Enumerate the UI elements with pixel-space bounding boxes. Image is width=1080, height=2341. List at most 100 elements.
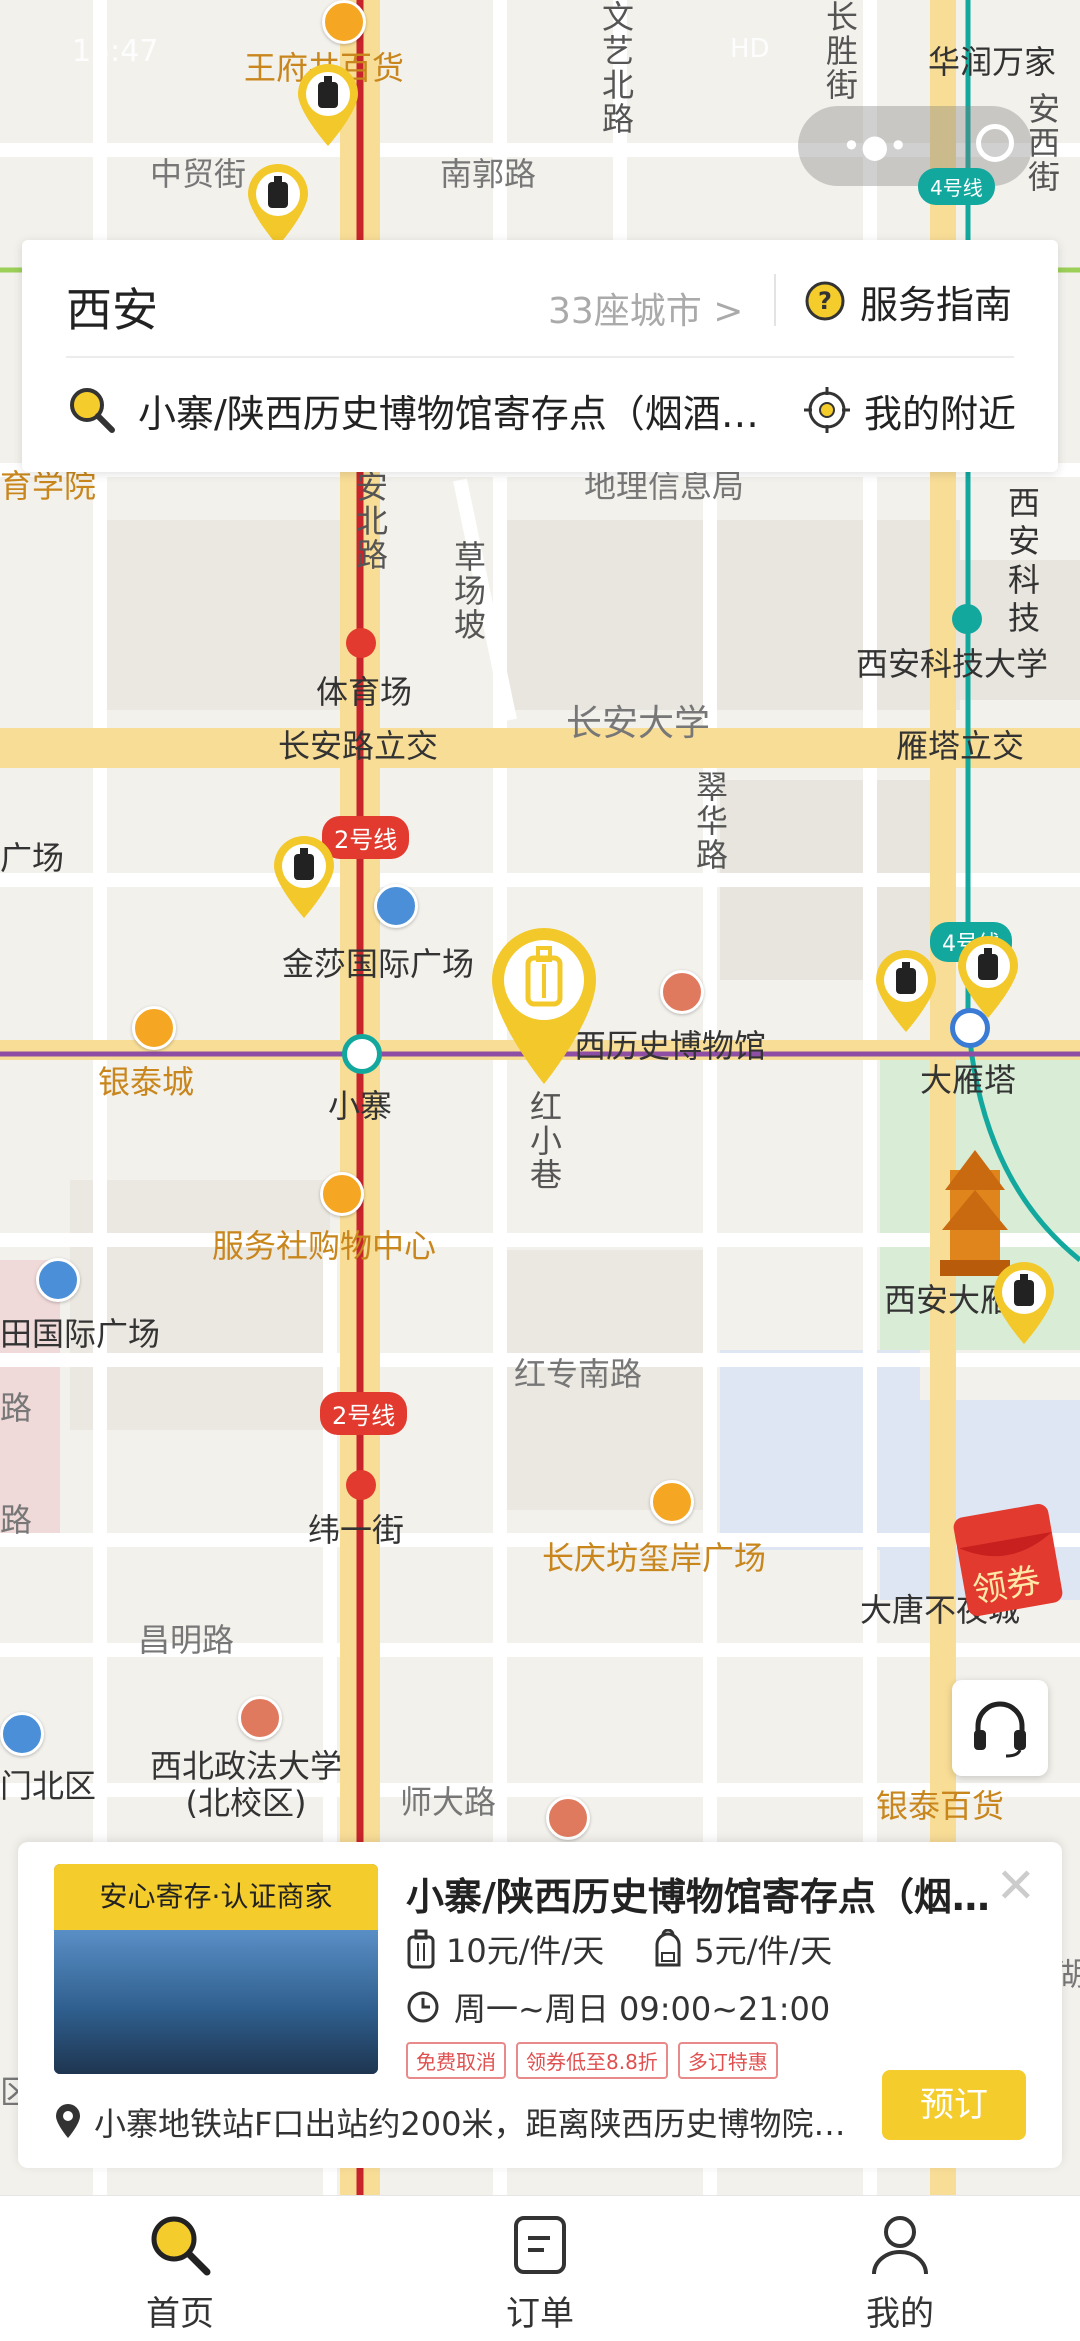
backpack-icon xyxy=(655,1929,681,1967)
map-label: 南郭路 xyxy=(440,155,537,193)
poi-icon[interactable] xyxy=(546,1796,590,1840)
nearby-label: 我的附近 xyxy=(864,391,1017,436)
order-icon xyxy=(514,2216,566,2274)
promo-badges: 免费取消 领券低至8.8折 多订特惠 xyxy=(406,2042,778,2079)
poi-icon[interactable] xyxy=(0,1712,44,1756)
map-label: 田国际广场 xyxy=(0,1315,161,1353)
search-text: 小寨/陕西历史博物馆寄存点（烟酒店） xyxy=(138,391,778,436)
map-label: 昌明路 xyxy=(138,1621,235,1659)
nearby-button[interactable]: 我的附近 xyxy=(804,380,1016,440)
hours-row: 周一~周日 09:00~21:00 xyxy=(406,1984,830,2030)
tab-label: 订单 xyxy=(506,2294,574,2334)
map-label: 西安科技大学 xyxy=(856,645,1049,683)
metro-station-icon[interactable] xyxy=(952,604,982,634)
metro-station-icon[interactable] xyxy=(346,628,376,658)
map-label: 红专南路 xyxy=(514,1355,643,1393)
map-label: 地理信息局 xyxy=(584,467,745,505)
map-label: 安北路 xyxy=(351,470,389,572)
search-input[interactable]: 小寨/陕西历史博物馆寄存点（烟酒店） xyxy=(66,380,786,440)
close-icon[interactable]: ✕ xyxy=(996,1862,1036,1910)
service-guide-label: 服务指南 xyxy=(860,282,1013,327)
map-label: 服务社购物中心 xyxy=(212,1227,437,1265)
search-icon xyxy=(151,2216,211,2276)
location-pin-icon xyxy=(56,2104,80,2138)
divider xyxy=(774,274,776,326)
map-label: 大雁塔 xyxy=(920,1061,1017,1099)
tab-label: 我的 xyxy=(866,2294,934,2334)
map-label: 纬一街 xyxy=(308,1511,405,1549)
poi-icon[interactable] xyxy=(322,0,366,44)
tab-profile[interactable]: 我的 xyxy=(820,2210,980,2335)
map-label: 西历史博物馆 xyxy=(574,1027,767,1065)
tab-home[interactable]: 首页 xyxy=(100,2210,260,2335)
map-label: 门北区 xyxy=(0,1767,97,1805)
bottom-tab-bar: 首页 订单 我的 xyxy=(0,2195,1080,2341)
luggage-pin-icon[interactable] xyxy=(246,164,310,248)
coupon-button[interactable]: 领券 xyxy=(952,1500,1070,1618)
poi-icon[interactable] xyxy=(660,970,704,1014)
map-label: 翠华路 xyxy=(691,770,729,872)
price-row: 10元/件/天 5元/件/天 xyxy=(406,1924,880,1974)
map-label: 长胜街 xyxy=(821,0,859,102)
service-guide-button[interactable]: ? 服务指南 xyxy=(804,276,1013,327)
suitcase-icon xyxy=(407,1929,435,1969)
poi-icon[interactable] xyxy=(36,1258,80,1302)
close-miniapp-icon[interactable] xyxy=(976,124,1014,162)
promo-badge: 多订特惠 xyxy=(677,2042,778,2079)
store-card[interactable]: 安心寄存·认证商家 小寨/陕西历史博物馆寄存点（烟酒店） ✕ 10元/件/天 5… xyxy=(18,1842,1062,2168)
selected-luggage-pin-icon[interactable] xyxy=(488,924,600,1088)
map-label: 长安路立交 xyxy=(278,727,439,765)
address-row: 小寨地铁站F口出站约200米，距离陕西历史博物院约500米 xyxy=(54,2098,864,2146)
search-panel: 西安 33座城市 > ? 服务指南 小寨/陕西历史博物馆寄存点（烟酒店） 我的附… xyxy=(22,240,1058,472)
metro-line-badge: 4号线 xyxy=(918,168,995,205)
more-icon[interactable]: •●• xyxy=(842,130,908,162)
clock-icon xyxy=(407,1991,439,2023)
poi-icon[interactable] xyxy=(374,884,418,928)
map-label: 红小巷 xyxy=(525,1090,563,1192)
luggage-pin-icon[interactable] xyxy=(956,936,1020,1020)
hours-text: 周一~周日 09:00~21:00 xyxy=(454,1990,831,2028)
map-label: 长安大学 xyxy=(566,703,711,744)
locate-icon xyxy=(804,387,850,433)
certified-tag: 安心寄存·认证商家 xyxy=(54,1864,378,1930)
poi-icon[interactable] xyxy=(132,1006,176,1050)
address-text: 小寨地铁站F口出站约200米，距离陕西历史博物院约500米 xyxy=(94,2105,854,2143)
transfer-station-icon[interactable] xyxy=(342,1034,382,1074)
poi-icon[interactable] xyxy=(650,1480,694,1524)
status-time: 15:47 xyxy=(72,34,159,69)
tab-orders[interactable]: 订单 xyxy=(460,2210,620,2335)
map-label: 小寨 xyxy=(328,1087,393,1125)
promo-badge: 免费取消 xyxy=(406,2042,506,2079)
city-count-link[interactable]: 33座城市 > xyxy=(548,282,743,334)
metro-station-icon[interactable] xyxy=(346,1470,376,1500)
luggage-pin-icon[interactable] xyxy=(992,1262,1056,1346)
luggage-price: 10元/件/天 xyxy=(446,1932,605,1970)
status-network: HD xyxy=(730,34,770,64)
question-icon: ? xyxy=(805,281,845,321)
user-icon xyxy=(872,2216,928,2275)
map-label: 师大路 xyxy=(400,1783,497,1821)
map-label: 长庆坊玺岸广场 xyxy=(542,1539,767,1577)
store-photo[interactable]: 安心寄存·认证商家 xyxy=(54,1864,378,2074)
luggage-pin-icon[interactable] xyxy=(874,950,938,1034)
map-label: 银泰城 xyxy=(98,1063,195,1101)
luggage-pin-icon[interactable] xyxy=(272,836,336,920)
divider xyxy=(66,356,1014,358)
map-label: 体育场 xyxy=(316,673,413,711)
city-selector[interactable]: 西安 xyxy=(66,274,158,340)
map-label: 草场坡 xyxy=(449,540,487,642)
map-label: 路 xyxy=(0,1389,33,1427)
poi-icon[interactable] xyxy=(320,1172,364,1216)
map-label: 广场 xyxy=(0,839,65,877)
customer-service-button[interactable] xyxy=(952,1680,1048,1776)
miniapp-capsule[interactable]: •●• xyxy=(798,106,1032,186)
poi-icon[interactable] xyxy=(238,1696,282,1740)
bag-price: 5元/件/天 xyxy=(694,1932,833,1970)
tab-label: 首页 xyxy=(146,2294,214,2334)
luggage-pin-icon[interactable] xyxy=(296,64,360,148)
map-label: 文艺北路 xyxy=(597,0,635,136)
map-label: 雁塔立交 xyxy=(896,727,1025,765)
headset-icon xyxy=(974,1701,1026,1758)
store-image xyxy=(54,1930,378,2074)
book-button[interactable]: 预订 xyxy=(882,2070,1026,2140)
